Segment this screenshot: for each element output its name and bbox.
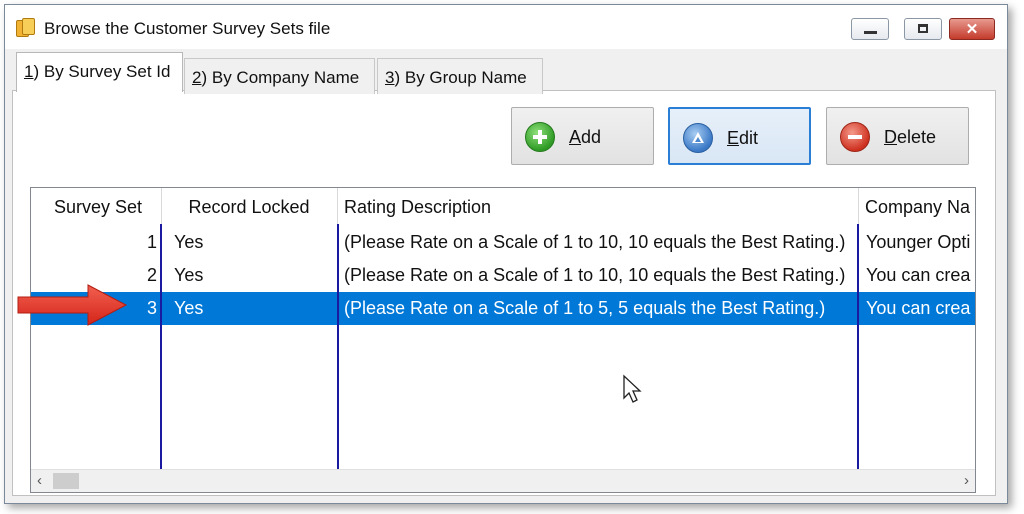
survey-sets-table[interactable]: Survey Set Record Locked Rating Descript… [30, 187, 976, 493]
tab-by-survey-set-id[interactable]: 1) By Survey Set Id [16, 52, 183, 92]
scrollbar-thumb[interactable] [53, 473, 79, 489]
maximize-button[interactable] [904, 18, 942, 40]
header-divider[interactable] [337, 188, 338, 224]
delete-button-label: Delete [884, 127, 937, 147]
column-header-survey-set[interactable]: Survey Set [31, 188, 158, 224]
callout-arrow-icon [17, 284, 128, 326]
delete-button[interactable]: Delete [826, 107, 969, 165]
header-divider[interactable] [858, 188, 859, 224]
column-header-record-locked[interactable]: Record Locked [161, 188, 337, 224]
add-icon [525, 122, 555, 152]
column-separator [160, 224, 162, 469]
table-row[interactable]: 1 Yes (Please Rate on a Scale of 1 to 10… [31, 226, 975, 259]
title-bar[interactable]: Browse the Customer Survey Sets file ✕ [5, 5, 1007, 49]
record-locked-cell: Yes [174, 265, 204, 285]
table-row-selected[interactable]: 3 Yes (Please Rate on a Scale of 1 to 5,… [31, 292, 975, 325]
edit-button[interactable]: Edit [668, 107, 811, 165]
scroll-right-arrow-icon[interactable]: › [964, 472, 969, 489]
maximize-icon [918, 24, 928, 33]
tab-label: ) By Group Name [394, 68, 527, 87]
close-button[interactable]: ✕ [949, 18, 995, 40]
delete-icon [840, 122, 870, 152]
rating-description-cell: (Please Rate on a Scale of 1 to 5, 5 equ… [344, 298, 826, 318]
tab-label: ) By Survey Set Id [33, 62, 171, 81]
tab-label: ) By Company Name [201, 68, 360, 87]
column-header-company-name[interactable]: Company Na [865, 188, 975, 224]
tab-by-group-name[interactable]: 3) By Group Name [377, 58, 543, 94]
minimize-icon [864, 31, 877, 34]
survey-set-cell: 1 [146, 232, 157, 252]
add-button[interactable]: Add [511, 107, 654, 165]
window-title: Browse the Customer Survey Sets file [44, 19, 331, 38]
table-row[interactable]: 2 Yes (Please Rate on a Scale of 1 to 10… [31, 259, 975, 292]
header-divider[interactable] [161, 188, 162, 224]
horizontal-scrollbar[interactable]: ‹ › [31, 469, 975, 492]
app-icon [15, 17, 35, 37]
edit-icon [683, 123, 713, 153]
edit-button-label: Edit [727, 128, 759, 148]
scroll-left-arrow-icon[interactable]: ‹ [37, 472, 42, 489]
rating-description-cell: (Please Rate on a Scale of 1 to 10, 10 e… [344, 232, 846, 252]
record-locked-cell: Yes [174, 232, 204, 252]
tab-by-company-name[interactable]: 2) By Company Name [184, 58, 375, 94]
company-name-cell: Younger Opti [866, 232, 971, 252]
close-icon: ✕ [965, 21, 979, 38]
record-locked-cell: Yes [174, 298, 204, 318]
rating-description-cell: (Please Rate on a Scale of 1 to 10, 10 e… [344, 265, 846, 285]
company-name-cell: You can crea [866, 265, 971, 285]
column-header-rating-description[interactable]: Rating Description [344, 188, 858, 224]
minimize-button[interactable] [851, 18, 889, 40]
column-separator [857, 224, 859, 469]
add-button-label: Add [569, 127, 602, 147]
column-separator [337, 224, 339, 469]
company-name-cell: You can crea [866, 298, 971, 318]
mouse-cursor-icon [623, 374, 642, 403]
